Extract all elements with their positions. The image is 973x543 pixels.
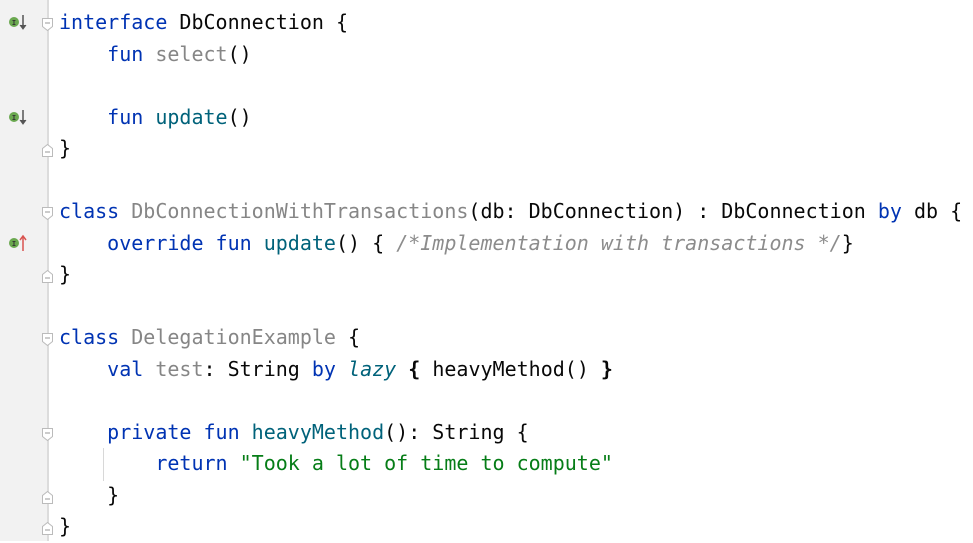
code-token-plain: } [59,262,72,286]
code-token-kw: fun [107,41,144,66]
code-token-unused: test [155,356,204,381]
code-token-bold: } [600,356,613,381]
code-token-kw: val [107,356,144,381]
code-line: } [59,480,962,512]
code-token-unused: select [155,41,228,66]
svg-text:I: I [12,19,16,27]
code-token-plain: () [227,104,252,129]
code-token-kw: return [155,451,228,475]
code-token-plain: heavyMethod() [420,356,601,381]
code-line: interface DbConnection { [59,7,962,39]
implemented-down-icon[interactable]: I [8,108,34,128]
code-line: override fun update() { /*Implementation… [59,228,962,260]
code-token-plain: () [227,41,252,66]
code-token-kw: class [59,325,120,349]
code-token-kw: by [311,356,336,381]
code-line: fun update() [59,102,962,134]
code-token-kw: private fun [107,419,240,444]
fold-end-icon[interactable] [42,520,53,535]
fold-collapse-icon[interactable] [42,426,53,441]
code-token-plain: { [335,325,361,349]
code-token-unused: DbConnectionWithTransactions [131,199,469,223]
code-token-plain: } [841,230,854,255]
fold-collapse-icon[interactable] [42,205,53,221]
code-line: } [59,511,962,543]
code-token-plain: (): String { [384,419,529,444]
code-token-plain: } [59,482,120,507]
code-line: private fun heavyMethod(): String { [59,417,962,449]
code-line: val test: String by lazy { heavyMethod()… [59,354,962,386]
code-token-fn: heavyMethod [251,419,385,444]
code-token-kw: by [877,199,902,223]
code-token-plain: } [59,514,72,538]
code-token-kw: interface [59,10,168,34]
code-token-plain: : String [203,356,312,381]
implemented-down-icon[interactable]: I [8,13,34,33]
code-token-plain: () { [335,230,397,255]
fold-collapse-icon[interactable] [42,331,53,347]
code-line: } [59,259,962,291]
code-line: return "Took a lot of time to compute" [59,448,962,480]
fold-end-icon[interactable] [42,268,53,283]
code-token-plain: db { [901,199,963,223]
code-line: } [59,133,962,165]
code-token-plain: DbConnection { [167,10,348,34]
fold-end-icon[interactable] [42,489,53,504]
code-token-kw: class [59,199,120,223]
code-line: class DbConnectionWithTransactions(db: D… [59,196,962,228]
svg-text:I: I [12,240,16,248]
code-token-plain: } [59,136,72,160]
implements-up-icon[interactable]: I [8,234,34,254]
svg-text:I: I [12,114,16,122]
code-token-fn: update [263,230,336,255]
fold-end-icon[interactable] [42,142,53,157]
fold-collapse-icon[interactable] [42,16,53,32]
code-token-fn: update [155,104,228,129]
code-token-plain: (db: DbConnection) : DbConnection [468,199,878,223]
code-token-bold: { [408,356,421,381]
code-token-kw: fun [107,104,144,129]
code-token-unused: DelegationExample [131,325,336,349]
code-line: class DelegationExample { [59,322,962,354]
code-token-cmt: /*Implementation with transactions */ [396,230,842,255]
code-token-lazy: lazy [348,356,397,381]
code-token-kw: override fun [107,230,252,255]
code-token-str: "Took a lot of time to compute" [239,451,613,475]
code-line: fun select() [59,39,962,71]
code-editor[interactable]: interface DbConnection { fun select() fu… [59,7,962,543]
